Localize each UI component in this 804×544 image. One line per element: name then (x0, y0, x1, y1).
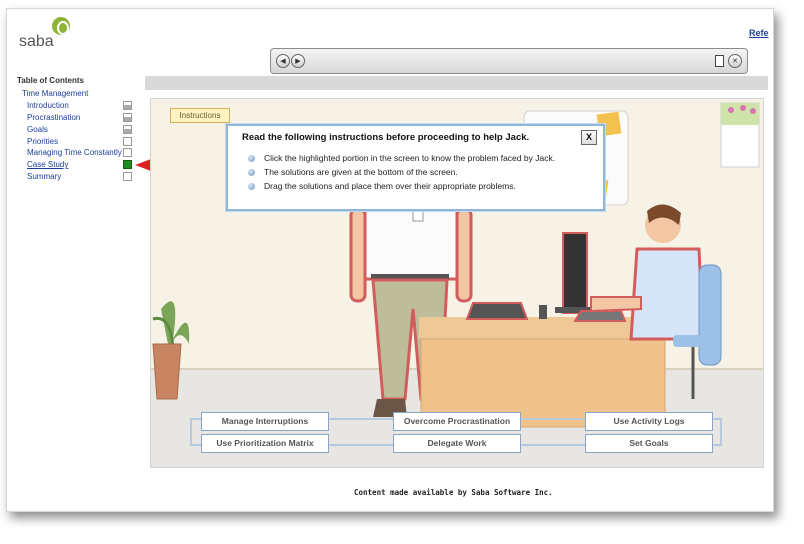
toc-item-priorities[interactable]: Priorities (27, 137, 58, 146)
bullet-icon (248, 155, 255, 162)
footer-credit: Content made available by Saba Software … (354, 488, 553, 497)
forward-arrow-icon[interactable]: ▶ (291, 54, 305, 68)
toc-item-introduction[interactable]: Introduction (27, 101, 69, 110)
player-toolbar: ◀ ▶ ✕ (270, 48, 748, 74)
content-header-strip (145, 76, 768, 90)
bullet-icon (248, 183, 255, 190)
solution-use-activity-logs[interactable]: Use Activity Logs (585, 412, 713, 431)
toc-status-case-study (123, 160, 132, 169)
solution-set-goals[interactable]: Set Goals (585, 434, 713, 453)
solution-use-prioritization-matrix[interactable]: Use Prioritization Matrix (201, 434, 329, 453)
toc-status-summary (123, 172, 132, 181)
toc-item-summary[interactable]: Summary (27, 172, 61, 181)
dialog-close-button[interactable]: X (581, 130, 597, 145)
toc-item-procrastination[interactable]: Procrastination (27, 113, 80, 122)
instructions-dialog: Read the following instructions before p… (226, 124, 605, 211)
toc-status-priorities (123, 137, 132, 146)
solution-manage-interruptions[interactable]: Manage Interruptions (201, 412, 329, 431)
toc-item-managing-time[interactable]: Managing Time Constantly (27, 148, 122, 157)
clipboard-icon[interactable] (715, 55, 724, 67)
toc-item-goals[interactable]: Goals (27, 125, 48, 134)
instructions-tab[interactable]: Instructions (170, 108, 230, 123)
dialog-title: Read the following instructions before p… (242, 132, 530, 143)
bullet-icon (248, 169, 255, 176)
toc-item-case-study[interactable]: Case Study (27, 160, 68, 169)
toc-status-procrastination (123, 113, 132, 122)
solution-overcome-procrastination[interactable]: Overcome Procrastination (393, 412, 521, 431)
toc-title: Table of Contents (17, 76, 84, 85)
toc-root-item[interactable]: Time Management (22, 89, 88, 98)
close-icon[interactable]: ✕ (728, 54, 742, 68)
bullet-text: Drag the solutions and place them over t… (264, 181, 516, 191)
saba-logo-text: saba (19, 33, 54, 50)
reference-link[interactable]: Refe (749, 28, 769, 38)
toc-status-goals (123, 125, 132, 134)
solution-delegate-work[interactable]: Delegate Work (393, 434, 521, 453)
saba-logo-icon (52, 17, 70, 35)
bullet-text: The solutions are given at the bottom of… (264, 167, 458, 177)
bullet-text: Click the highlighted portion in the scr… (264, 153, 556, 163)
toc-status-introduction (123, 101, 132, 110)
toc-status-managing-time (123, 148, 132, 157)
back-arrow-icon[interactable]: ◀ (276, 54, 290, 68)
